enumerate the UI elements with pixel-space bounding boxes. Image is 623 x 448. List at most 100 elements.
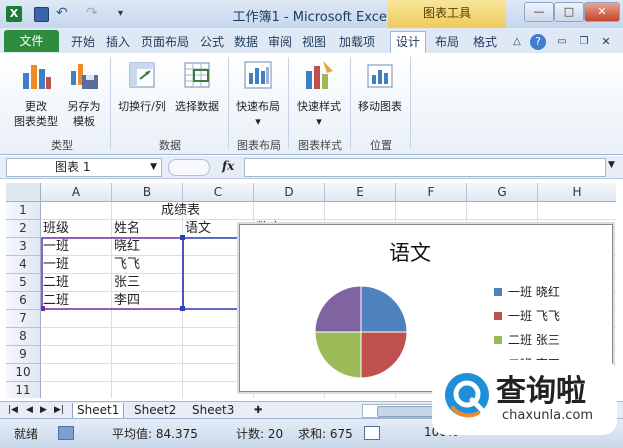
move-chart-button[interactable]: 移动图表 [354,59,406,114]
legend-entry[interactable]: 一班 晓红 [494,280,604,304]
macro-record-icon[interactable] [58,426,74,440]
table-cell[interactable]: 晓红 [114,238,140,255]
insert-sheet-icon[interactable]: ✚ [250,403,266,418]
legend-label: 一班 晓红 [508,285,560,299]
row-header-2[interactable]: 2 [6,220,41,238]
table-cell[interactable]: 二班 [43,292,69,309]
column-header-h[interactable]: H [538,183,616,202]
change-chart-type-button[interactable]: 更改 图表类型 [10,59,62,129]
insert-function-icon[interactable]: fx [222,159,234,173]
normal-view-icon[interactable] [364,426,380,440]
formula-input[interactable] [244,158,606,177]
header-cell-chinese[interactable]: 语文 [185,220,211,237]
legend-entry[interactable]: 一班 飞飞 [494,304,604,328]
workbook-close-icon[interactable]: ✕ [598,32,614,52]
move-chart-icon [367,64,393,88]
workbook-restore-icon[interactable]: ❐ [576,32,592,52]
tab-file[interactable]: 文件 [4,30,59,52]
row-header-11[interactable]: 11 [6,382,41,398]
pie-slice[interactable] [314,285,362,333]
row-header-10[interactable]: 10 [6,364,41,382]
title-cell[interactable]: 成绩表 [161,202,200,219]
tab-addins[interactable]: 加载项 [332,32,382,52]
group-label-location: 位置 [370,139,392,152]
row-header-9[interactable]: 9 [6,346,41,364]
range-handle[interactable] [180,306,185,311]
table-cell[interactable]: 李四 [114,292,140,309]
watermark-domain: chaxunla.com [502,408,593,423]
sheet-tab-1[interactable]: Sheet1 [72,403,125,419]
legend-swatch [494,312,502,320]
name-box[interactable]: 图表 1 ▼ [6,158,162,177]
tab-home[interactable]: 开始 [66,32,100,52]
header-cell-name[interactable]: 姓名 [114,220,140,237]
minimize-button[interactable]: — [524,2,554,22]
save-as-template-button[interactable]: 另存为 模板 [62,59,106,129]
table-cell[interactable]: 一班 [43,238,69,255]
row-header-5[interactable]: 5 [6,274,41,292]
row-header-4[interactable]: 4 [6,256,41,274]
last-sheet-nav-icon[interactable]: ▶| [50,403,68,418]
pie-slice[interactable] [360,331,408,379]
help-icon[interactable]: ? [530,34,546,50]
status-average: 平均值: 84.375 [112,427,198,441]
quick-layout-icon [244,61,272,89]
column-header-f[interactable]: F [396,183,467,202]
table-cell[interactable]: 张三 [114,274,140,291]
select-all-corner[interactable] [6,183,41,202]
row-header-3[interactable]: 3 [6,238,41,256]
row-header-6[interactable]: 6 [6,292,41,310]
ribbon-separator [350,57,351,149]
pie-plot-area[interactable] [306,277,416,387]
quick-layout-button[interactable]: 快速布局 ▾ [232,59,284,129]
expand-formula-bar-icon[interactable]: ▼ [608,160,615,170]
group-label-chart-styles: 图表样式 [298,139,342,152]
workbook-minimize-icon[interactable]: ▭ [554,32,570,52]
table-cell[interactable]: 二班 [43,274,69,291]
pie-slice[interactable] [360,285,408,333]
ribbon-minimize-icon[interactable]: △ [510,32,524,52]
tab-page-layout[interactable]: 页面布局 [136,32,194,52]
column-header-c[interactable]: C [183,183,254,202]
legend-entry[interactable]: 二班 张三 [494,328,604,352]
header-cell-class[interactable]: 班级 [43,220,69,237]
tab-design[interactable]: 设计 [390,31,426,54]
tab-review[interactable]: 审阅 [264,32,296,52]
tab-layout[interactable]: 布局 [430,32,464,52]
maximize-button[interactable]: □ [554,2,584,22]
pie-slice[interactable] [314,331,362,379]
next-sheet-nav-icon[interactable]: ▶ [36,403,51,418]
name-box-value: 图表 1 [55,160,91,174]
ribbon-separator [110,57,111,149]
row-header-8[interactable]: 8 [6,328,41,346]
ribbon-separator [228,57,229,149]
sheet-tab-2[interactable]: Sheet2 [130,403,180,418]
name-box-dropdown-icon[interactable]: ▼ [150,159,157,176]
prev-sheet-nav-icon[interactable]: ◀ [22,403,37,418]
table-cell[interactable]: 飞飞 [114,256,140,273]
formula-bar-handle-icon[interactable] [168,159,210,176]
column-header-b[interactable]: B [112,183,183,202]
sheet-tab-3[interactable]: Sheet3 [188,403,238,418]
switch-row-column-button[interactable]: 切换行/列 [114,59,170,114]
column-header-e[interactable]: E [325,183,396,202]
tab-formulas[interactable]: 公式 [196,32,228,52]
first-sheet-nav-icon[interactable]: |◀ [4,403,22,418]
chart-title[interactable]: 语文 [240,237,580,267]
select-data-button[interactable]: 选择数据 [172,59,222,114]
close-button[interactable]: ✕ [584,2,620,22]
ribbon-separator [288,57,289,149]
column-header-a[interactable]: A [41,183,112,202]
column-header-d[interactable]: D [254,183,325,202]
row-header-1[interactable]: 1 [6,202,41,220]
tab-data[interactable]: 数据 [230,32,262,52]
row-header-7[interactable]: 7 [6,310,41,328]
tab-view[interactable]: 视图 [298,32,330,52]
quick-styles-button[interactable]: 快速样式 ▾ [292,59,346,129]
legend-swatch [494,288,502,296]
bar-chart-icon [23,65,51,89]
column-header-g[interactable]: G [467,183,538,202]
tab-format[interactable]: 格式 [468,32,502,52]
table-cell[interactable]: 一班 [43,256,69,273]
tab-insert[interactable]: 插入 [102,32,134,52]
